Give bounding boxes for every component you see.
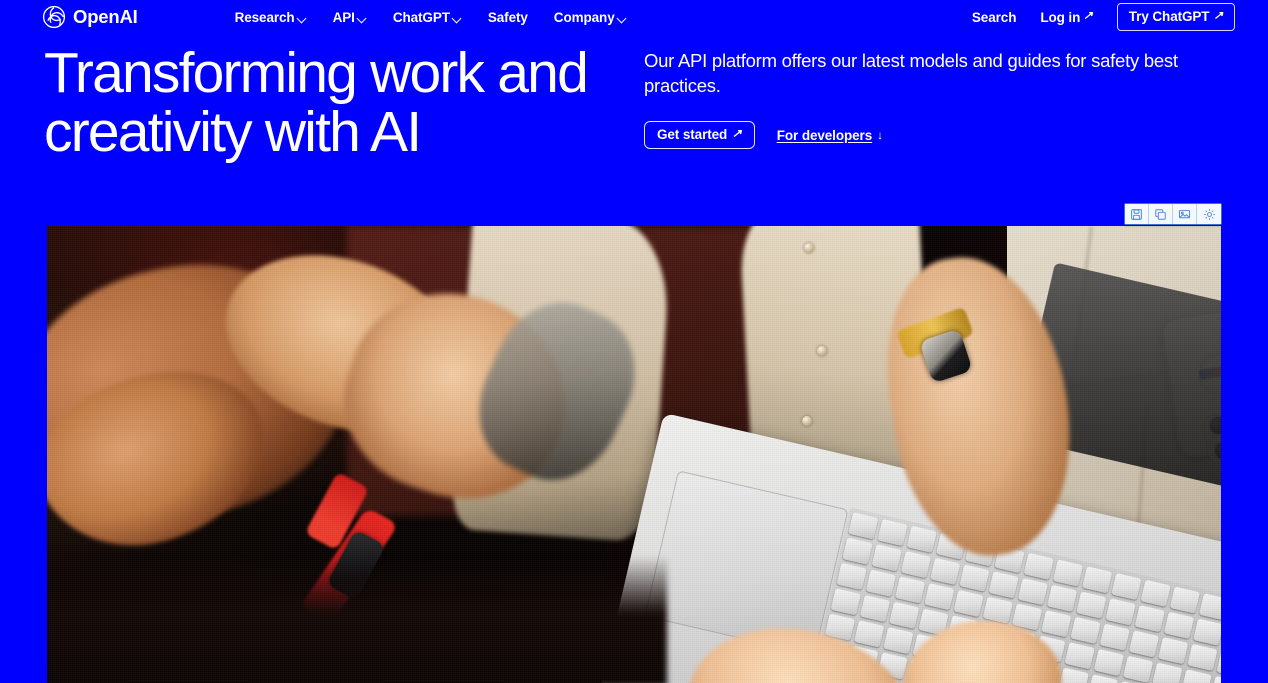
chevron-down-icon [618, 14, 627, 23]
hero-section: Transforming work and creativity with AI… [0, 34, 1268, 161]
brand-name-text: OpenAI [73, 5, 138, 27]
nav-item-company[interactable]: Company [554, 10, 627, 25]
brand-logo-link[interactable]: OpenAI [42, 5, 138, 29]
nav-item-safety[interactable]: Safety [488, 10, 528, 25]
arrow-up-right-icon: ↗ [732, 127, 742, 140]
search-button[interactable]: Search [971, 9, 1017, 25]
secondary-nav-links: Search Log in ↗ Try ChatGPT ↗ [972, 3, 1235, 31]
nav-item-label: Safety [487, 9, 528, 25]
search-label: Search [971, 9, 1017, 25]
login-label: Log in [1040, 9, 1081, 25]
nav-item-label: ChatGPT [392, 9, 450, 25]
chevron-down-icon [298, 14, 307, 23]
nav-item-chatgpt[interactable]: ChatGPT [393, 10, 462, 25]
openai-logo-icon [42, 5, 66, 29]
for-developers-link[interactable]: For developers ↓ [777, 128, 883, 143]
nav-item-label: Company [553, 9, 615, 25]
nav-item-research[interactable]: Research [235, 10, 307, 25]
hero-action-row: Get started ↗ For developers ↓ [644, 121, 1235, 150]
settings-gear-icon[interactable] [1197, 204, 1221, 224]
nav-item-label: API [332, 9, 355, 25]
image-icon[interactable] [1173, 204, 1197, 224]
for-developers-label: For developers [776, 127, 873, 143]
arrow-up-right-icon: ↗ [1213, 9, 1223, 22]
arrow-down-icon: ↓ [877, 128, 884, 143]
get-started-button[interactable]: Get started ↗ [644, 121, 755, 150]
try-chatgpt-label: Try ChatGPT [1128, 9, 1210, 24]
nav-item-label: Research [234, 9, 295, 25]
image-context-toolbar [1124, 203, 1222, 225]
hero-image [47, 226, 1221, 683]
get-started-label: Get started [657, 127, 728, 143]
hero-description: Our API platform offers our latest model… [644, 50, 1178, 96]
chevron-down-icon [453, 14, 462, 23]
hero-title-line-1: Transforming work and [44, 41, 589, 105]
hero-photo-canvas [47, 226, 1221, 683]
hero-copy-column: Our API platform offers our latest model… [644, 44, 1235, 161]
arrow-up-right-icon: ↗ [1083, 10, 1093, 23]
nav-item-api[interactable]: API [333, 10, 367, 25]
top-navigation-bar: OpenAI Research API ChatGPT Safety Compa… [0, 0, 1268, 34]
chevron-down-icon [358, 14, 367, 23]
save-icon[interactable] [1125, 204, 1149, 224]
hero-title-line-2: creativity with AI [44, 99, 422, 164]
primary-nav-links: Research API ChatGPT Safety Company [235, 10, 627, 25]
page-title: Transforming work and creativity with AI [44, 44, 644, 161]
login-link[interactable]: Log in ↗ [1040, 9, 1093, 25]
hero-heading-column: Transforming work and creativity with AI [44, 44, 644, 161]
copy-icon[interactable] [1149, 204, 1173, 224]
try-chatgpt-button[interactable]: Try ChatGPT ↗ [1116, 3, 1235, 31]
